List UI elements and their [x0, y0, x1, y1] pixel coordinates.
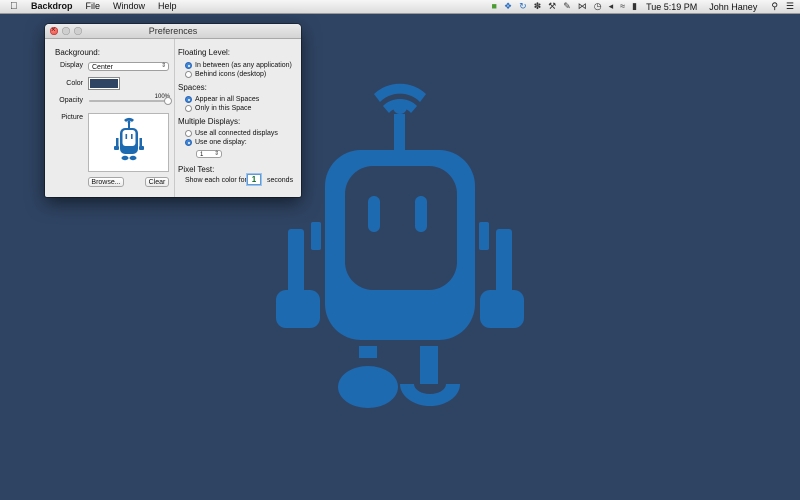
radio-label: Appear in all Spaces [195, 96, 260, 103]
radio-this-space[interactable]: Only in this Space [185, 105, 251, 112]
paw-icon[interactable]: ✽ [534, 0, 542, 13]
volume-icon[interactable]: ◂ [609, 0, 614, 13]
close-window-button[interactable] [50, 24, 58, 37]
minimize-window-button[interactable] [62, 27, 70, 35]
robot-left-eye [368, 196, 380, 232]
picture-robot-thumbnail [114, 117, 144, 161]
display-popup-value: Center [92, 64, 114, 71]
history-icon[interactable]: ◷ [594, 0, 602, 13]
picture-label: Picture [61, 114, 83, 121]
radio-dot [185, 96, 192, 103]
display-popup[interactable]: Center ⇕ [88, 62, 169, 71]
bluetooth-icon[interactable]: ⋈ [578, 0, 587, 13]
spaces-heading: Spaces: [178, 83, 207, 92]
color-label: Color [66, 80, 83, 87]
radio-label: Only in this Space [195, 105, 252, 112]
browse-button[interactable]: Browse... [88, 177, 124, 187]
robot-left-leg [359, 346, 377, 358]
radio-dot [185, 71, 192, 78]
radio-dot [185, 105, 192, 112]
robot-antenna [394, 114, 405, 151]
radio-label: In between (as any application) [195, 62, 292, 69]
dropbox-icon[interactable]: ❖ [504, 0, 512, 13]
color-well[interactable] [88, 77, 120, 90]
spotlight-search-icon[interactable]: ⚲ [771, 1, 778, 12]
opacity-slider-knob[interactable] [164, 97, 172, 105]
radio-one-display[interactable]: Use one display: [185, 139, 247, 146]
floating-level-heading: Floating Level: [178, 48, 231, 57]
wrench-icon[interactable]: ⚒ [548, 0, 556, 13]
robot-wallpaper [276, 83, 524, 408]
clear-button[interactable]: Clear [145, 177, 169, 187]
background-pane: Background: Display Center ⇕ Color 100% … [45, 39, 175, 197]
battery-icon[interactable]: ▮ [632, 0, 637, 13]
note-icon[interactable]: ✎ [563, 0, 571, 13]
menu-user[interactable]: John Haney [709, 2, 757, 12]
pixel-test-suffix: seconds [267, 177, 294, 184]
robot-face [345, 166, 457, 290]
robot-right-hand [480, 290, 524, 328]
background-heading: Background: [55, 48, 100, 57]
radio-dot [185, 130, 192, 137]
robot-left-foot [338, 366, 398, 408]
pixel-test-heading: Pixel Test: [178, 165, 215, 174]
picture-well[interactable] [88, 113, 169, 172]
pixel-test-seconds-field[interactable]: 1 [247, 174, 261, 185]
radio-in-between[interactable]: In between (as any application) [185, 62, 292, 69]
sync-icon[interactable]: ↻ [519, 0, 527, 13]
robot-right-arm [496, 229, 512, 299]
radio-behind-icons[interactable]: Behind icons (desktop) [185, 71, 266, 78]
opacity-label: Opacity [59, 97, 83, 104]
menu-app-name[interactable]: Backdrop [31, 0, 73, 13]
display-number-popup[interactable]: 1 ⇕ [196, 150, 222, 158]
popup-chevron-icon: ⇕ [160, 63, 166, 69]
robot-right-eye [415, 196, 427, 232]
display-number-value: 1 [200, 152, 204, 158]
opacity-slider-track[interactable] [89, 100, 168, 102]
menu-help[interactable]: Help [158, 0, 177, 13]
menu-window[interactable]: Window [113, 0, 145, 13]
popup-chevron-icon: ⇕ [213, 151, 219, 157]
pixel-test-prefix: Show each color for [185, 177, 247, 184]
preferences-window: Preferences Background: Display Center ⇕… [45, 24, 301, 197]
robot-right-foot [400, 384, 460, 406]
evernote-icon[interactable]: ■ [492, 0, 497, 13]
robot-antenna-tip [393, 100, 407, 114]
radio-all-spaces[interactable]: Appear in all Spaces [185, 96, 259, 103]
menu-clock[interactable]: Tue 5:19 PM [646, 2, 697, 12]
radio-all-displays[interactable]: Use all connected displays [185, 130, 278, 137]
radio-dot [185, 139, 192, 146]
display-label: Display [60, 62, 83, 69]
robot-left-hand [276, 290, 320, 328]
robot-right-shoulder [479, 222, 489, 250]
menu-file[interactable]: File [86, 0, 101, 13]
apple-icon[interactable]:  [10, 0, 22, 13]
multiple-displays-heading: Multiple Displays: [178, 117, 241, 126]
radio-dot [185, 62, 192, 69]
window-title: Preferences [148, 26, 198, 36]
robot-right-leg [420, 346, 438, 384]
menu-bar:  Backdrop File Window Help ■ ❖ ↻ ✽ ⚒ ✎ … [0, 0, 800, 14]
radio-label: Use all connected displays [195, 130, 278, 137]
color-swatch [90, 79, 118, 88]
wifi-icon[interactable]: ≈ [620, 0, 625, 13]
robot-left-shoulder [311, 222, 321, 250]
window-titlebar[interactable]: Preferences [45, 24, 301, 39]
robot-left-arm [288, 229, 304, 299]
radio-label: Use one display: [195, 139, 247, 146]
zoom-window-button[interactable] [74, 27, 82, 35]
radio-label: Behind icons (desktop) [195, 71, 267, 78]
notification-center-icon[interactable]: ☰ [786, 1, 794, 12]
options-pane: Floating Level: In between (as any appli… [175, 39, 301, 197]
